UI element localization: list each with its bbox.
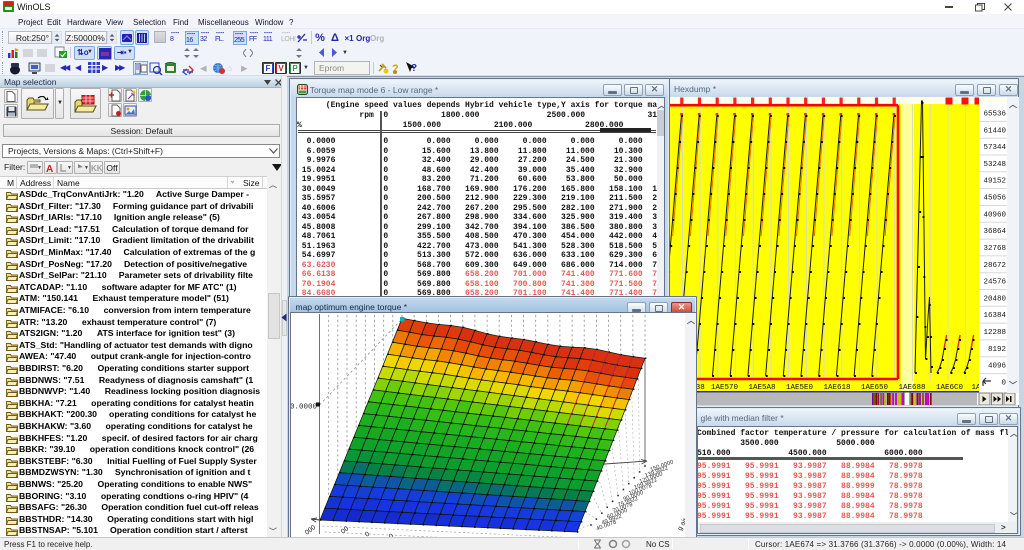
svg-text:57344: 57344	[983, 144, 1006, 152]
svg-text:?: ?	[411, 63, 417, 74]
svg-text:65536: 65536	[983, 111, 1006, 119]
svg-text:49152: 49152	[983, 178, 1006, 186]
svg-text:20480: 20480	[983, 295, 1006, 303]
svg-text:1AE618: 1AE618	[823, 384, 850, 392]
svg-text:0.0000: 0.0000	[291, 404, 317, 412]
svg-text:24576: 24576	[983, 279, 1006, 287]
svg-text:8192: 8192	[988, 346, 1006, 354]
svg-text:g air charge (k: g air charge (k	[677, 490, 685, 532]
svg-text:KK: KK	[91, 164, 103, 173]
svg-text:40960: 40960	[983, 211, 1006, 219]
svg-text:16384: 16384	[983, 312, 1006, 320]
svg-text:36864: 36864	[983, 228, 1006, 236]
svg-text:1AE688: 1AE688	[898, 384, 925, 392]
svg-text:53248: 53248	[983, 161, 1006, 169]
svg-text:61440: 61440	[983, 127, 1006, 135]
svg-text:45056: 45056	[983, 195, 1006, 203]
svg-text:A: A	[46, 164, 53, 174]
svg-text:4096: 4096	[988, 363, 1007, 371]
svg-text:1AE650: 1AE650	[861, 384, 889, 392]
svg-text:32768: 32768	[983, 245, 1006, 253]
svg-text:1AE5E0: 1AE5E0	[786, 384, 814, 392]
svg-text:1AE5A8: 1AE5A8	[748, 384, 775, 392]
svg-text:28672: 28672	[983, 262, 1006, 270]
svg-text:0: 0	[1001, 380, 1006, 388]
svg-text:12288: 12288	[983, 329, 1006, 337]
svg-text:1AE570: 1AE570	[711, 384, 739, 392]
svg-text:000: 000	[304, 524, 317, 537]
svg-text:1AE6C0: 1AE6C0	[936, 384, 964, 392]
